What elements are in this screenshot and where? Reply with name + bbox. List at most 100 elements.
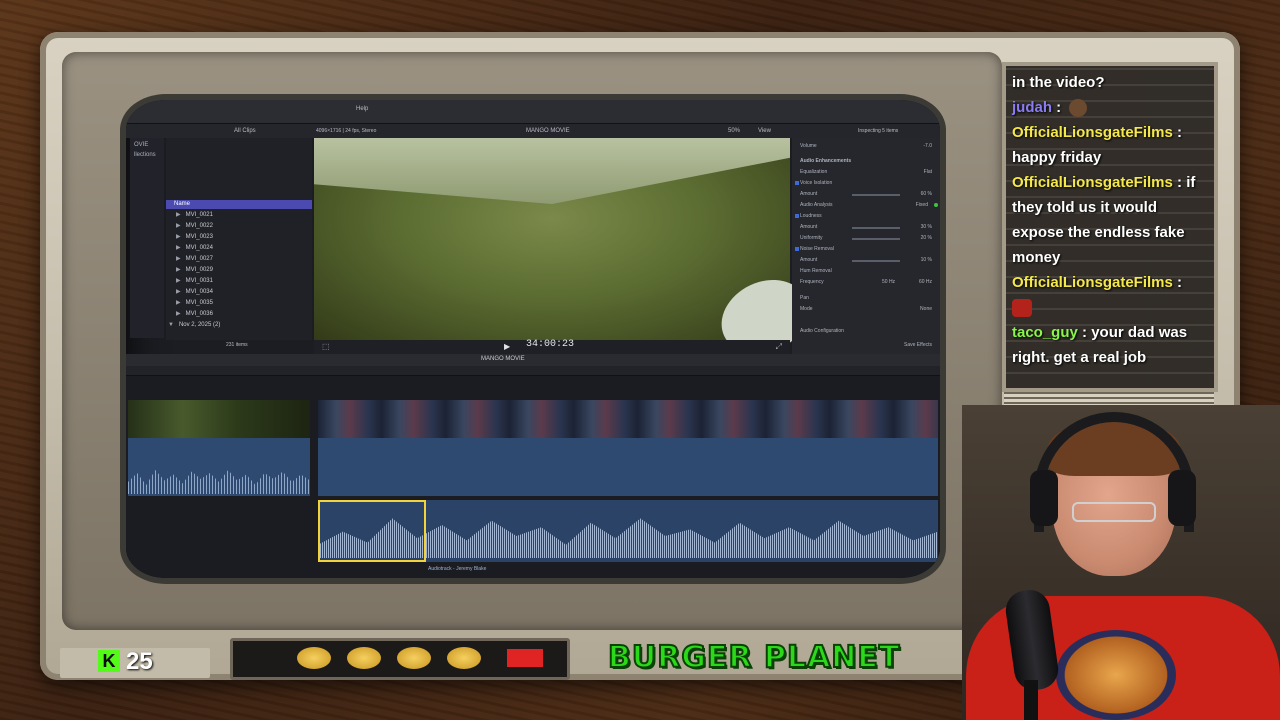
- clip-filter-dropdown[interactable]: All Clips: [234, 128, 256, 134]
- clip-row[interactable]: ▶ MVI_0036: [176, 310, 306, 321]
- amount-value[interactable]: 60 %: [921, 191, 932, 197]
- clip-row[interactable]: ▶ MVI_0029: [176, 266, 306, 277]
- mode-dropdown[interactable]: None: [920, 306, 932, 312]
- clip-browser: Name ▶ MVI_0021 ▶ MVI_0022 ▶ MVI_0023 ▶ MVI_…: [166, 138, 312, 340]
- timecode-display: 34:00:23: [526, 339, 575, 350]
- fullscreen-icon[interactable]: ⤢: [776, 342, 782, 352]
- noise-removal-label: Noise Removal: [800, 246, 834, 252]
- dial-icon: [397, 647, 431, 669]
- chat-username[interactable]: OfficialLionsgateFilms: [1012, 124, 1173, 141]
- audio-configuration-label: Audio Configuration: [800, 328, 844, 334]
- storyline-audio[interactable]: [318, 438, 938, 496]
- clip-name: MVI_0031: [185, 278, 213, 284]
- clip-name: MVI_0023: [185, 234, 213, 240]
- viewer-frame-wall: [314, 138, 790, 204]
- mode-label: Mode: [800, 306, 813, 312]
- chat-username[interactable]: OfficialLionsgateFilms: [1012, 274, 1173, 291]
- timeline-project-dropdown[interactable]: MANGO MOVIE: [481, 356, 525, 362]
- equalization-value[interactable]: Flat: [924, 169, 932, 175]
- dial-icon: [447, 647, 481, 669]
- library-item[interactable]: llections: [134, 152, 156, 158]
- loudness-checkbox[interactable]: [795, 214, 799, 218]
- chat-username[interactable]: judah: [1012, 99, 1052, 116]
- selected-clip-outline[interactable]: [318, 500, 426, 562]
- zoom-dropdown[interactable]: 50%: [728, 128, 740, 134]
- chat-message: OfficialLionsgateFilms : happy friday: [1012, 120, 1210, 170]
- amount-label: Amount: [800, 224, 818, 230]
- loudness-label: Loudness: [800, 213, 822, 219]
- banner-title: BURGER PLANET: [607, 639, 901, 676]
- chat-separator: :: [1056, 99, 1062, 116]
- voice-isolation-slider[interactable]: [852, 194, 900, 196]
- audio-waveform: [128, 470, 310, 494]
- format-info: 4096×1716 | 24 fps, Stereo: [316, 128, 377, 134]
- timeline[interactable]: Audiotrack - Jeremy Blake: [126, 376, 940, 578]
- volume-label: Volume: [800, 143, 817, 149]
- chat-messages: in the video? judah : OfficialLionsgateF…: [1012, 70, 1210, 370]
- chat-separator: :: [1177, 124, 1183, 141]
- voice-isolation-checkbox[interactable]: [795, 181, 799, 185]
- column-name-label: Name: [174, 201, 191, 207]
- volume-value[interactable]: -7.0: [923, 143, 932, 149]
- voice-isolation-label: Voice Isolation: [800, 180, 833, 186]
- chat-message: OfficialLionsgateFilms : if they told us…: [1012, 170, 1210, 270]
- clip-row[interactable]: ▶ MVI_0024: [176, 244, 306, 255]
- timeline-ruler[interactable]: [126, 366, 940, 376]
- uniformity-value[interactable]: 20 %: [921, 235, 932, 241]
- amount-label: Amount: [800, 257, 818, 263]
- audio-analysis-value: Fixed: [915, 202, 928, 208]
- clip-row[interactable]: ▶ MVI_0031: [176, 277, 306, 288]
- menu-help[interactable]: Help: [356, 106, 368, 112]
- video-clip[interactable]: [128, 400, 310, 438]
- clip-row[interactable]: ▶ MVI_0022: [176, 222, 306, 233]
- mic-arm: [1024, 680, 1038, 720]
- clip-name: MVI_0034: [185, 289, 213, 295]
- chat-username[interactable]: taco_guy: [1012, 324, 1078, 341]
- clip-row[interactable]: ▶ MVI_0034: [176, 288, 306, 299]
- shirt-graphic: [1056, 630, 1176, 720]
- clip-name: MVI_0027: [185, 256, 213, 262]
- analysis-status-icon: [934, 203, 938, 207]
- pan-label: Pan: [800, 295, 809, 301]
- headphone-earcup: [1168, 470, 1196, 526]
- chat-separator: :: [1082, 324, 1088, 341]
- video-viewer[interactable]: [314, 138, 821, 368]
- storyline-clips[interactable]: [318, 400, 938, 438]
- clip-row[interactable]: ▶ MVI_0027: [176, 255, 306, 266]
- noise-amount-value[interactable]: 10 %: [921, 257, 932, 263]
- save-effects-button[interactable]: Save Effects: [904, 342, 932, 348]
- uniformity-label: Uniformity: [800, 235, 823, 241]
- transform-tool-icon[interactable]: ⬚: [322, 342, 330, 351]
- loudness-amount-value[interactable]: 30 %: [921, 224, 932, 230]
- browser-toolbar: All Clips 4096×1716 | 24 fps, Stereo MAN…: [126, 124, 940, 138]
- date-group-label: Nov 2, 2025: [178, 322, 212, 328]
- loudness-slider[interactable]: [852, 227, 900, 229]
- clip-audio[interactable]: [128, 438, 310, 496]
- frequency-option-50[interactable]: 50 Hz: [882, 279, 895, 285]
- user-avatar-icon: [1069, 99, 1088, 118]
- menu-bar: Help: [126, 100, 940, 124]
- audio-inspector: Volume -7.0 Audio Enhancements Equalizat…: [792, 138, 940, 354]
- noise-removal-checkbox[interactable]: [795, 247, 799, 251]
- date-group-row[interactable]: ▼ Nov 2, 2025 (2): [168, 322, 298, 333]
- clip-row[interactable]: ▶ MVI_0021: [176, 211, 306, 222]
- frequency-option-60[interactable]: 60 Hz: [919, 279, 932, 285]
- power-light-icon: [507, 649, 543, 667]
- clip-name: MVI_0021: [185, 212, 213, 218]
- play-icon[interactable]: ▶: [504, 342, 510, 351]
- uniformity-slider[interactable]: [852, 238, 900, 240]
- noise-removal-slider[interactable]: [852, 260, 900, 262]
- libraries-sidebar: OVIE llections: [130, 138, 164, 338]
- chat-separator: :: [1177, 274, 1183, 291]
- date-group-count: (2): [212, 322, 221, 328]
- view-dropdown[interactable]: View: [758, 128, 771, 134]
- dial-icon: [347, 647, 381, 669]
- inspecting-label: Inspecting 5 items: [858, 128, 899, 134]
- clip-row[interactable]: ▶ MVI_0023: [176, 233, 306, 244]
- browser-column-header[interactable]: Name: [166, 200, 312, 209]
- chat-username[interactable]: OfficialLionsgateFilms: [1012, 174, 1173, 191]
- editor-screen: Help All Clips 4096×1716 | 24 fps, Stere…: [126, 100, 940, 578]
- library-item[interactable]: OVIE: [134, 142, 148, 148]
- clip-row[interactable]: ▶ MVI_0035: [176, 299, 306, 310]
- timeline-toolbar: [126, 354, 940, 366]
